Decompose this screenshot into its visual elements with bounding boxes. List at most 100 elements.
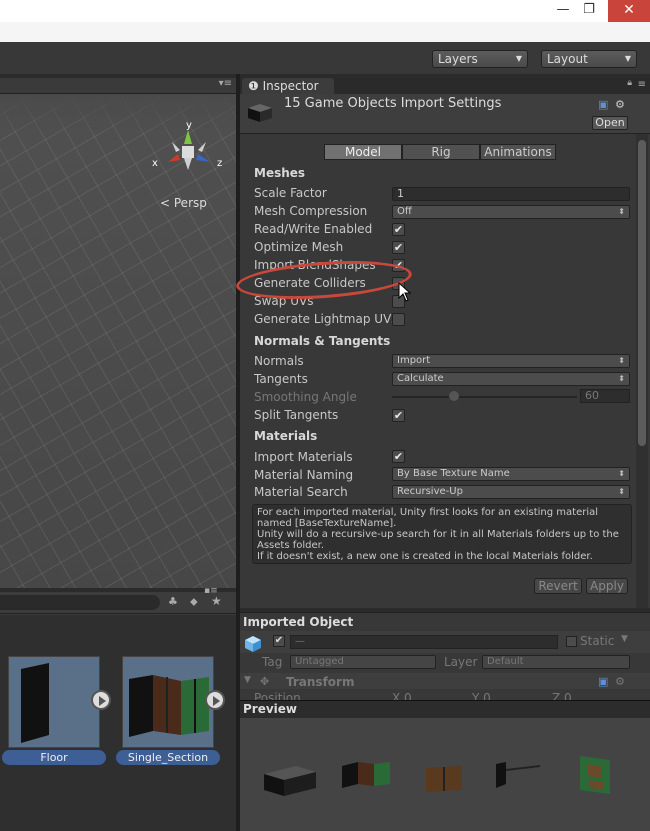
tag-label: Tag [262,655,283,669]
tag-dropdown[interactable]: Untagged [290,655,436,669]
preview-door-mesh [426,766,462,792]
gizmo-center-cube[interactable] [182,146,194,158]
material-search-label: Material Search [254,485,348,499]
chevron-down-icon: ▼ [515,54,522,63]
material-search-dropdown[interactable]: Recursive-Up ⬍ [392,485,630,499]
object-name-input[interactable]: — [290,635,558,649]
gizmo-back-arrow[interactable] [172,142,180,152]
project-search-input[interactable] [0,595,160,610]
panel-menu-icon[interactable]: ≡ [638,79,646,90]
lightmap-uvs-checkbox[interactable] [392,313,405,326]
split-tangents-label: Split Tangents [254,408,339,422]
normals-dropdown[interactable]: Import ⬍ [392,354,630,368]
filter-type-icon[interactable]: ♣ [168,595,178,608]
asset-label-floor[interactable]: Floor [2,750,106,765]
smoothing-angle-slider[interactable] [392,396,577,398]
chevron-down-icon[interactable]: ▼ [621,634,628,644]
normals-heading: Normals & Tangents [254,334,391,348]
split-tangents-checkbox[interactable]: ✔ [392,409,405,422]
preview-green-wall-mesh [580,756,610,794]
tab-model[interactable]: Model [324,144,402,160]
normals-value: Import [397,355,431,366]
smoothing-angle-label: Smoothing Angle [254,390,357,404]
static-label: Static [580,634,615,648]
gizmo-y-arrow[interactable] [184,130,192,144]
minimize-button[interactable]: — [549,0,577,22]
scale-factor-input[interactable]: 1 [392,187,630,201]
window-titlebar: — ❐ ✕ [0,0,650,22]
revert-button[interactable]: Revert [534,578,582,594]
mesh-object-icon [248,104,272,122]
gizmo-x-arrow[interactable] [168,154,180,162]
material-naming-dropdown[interactable]: By Base Texture Name ⬍ [392,467,630,481]
open-button[interactable]: Open [592,116,628,130]
maximize-button[interactable]: ❐ [575,0,603,22]
gear-icon[interactable]: ⚙ [615,98,625,111]
favorite-star-icon[interactable]: ★ [211,594,222,608]
layout-dropdown[interactable]: Layout ▼ [541,50,637,68]
layer-dropdown[interactable]: Default [482,655,630,669]
layout-dropdown-label: Layout [547,52,588,66]
persp-label: Persp [173,196,207,210]
asset-thumbnail-single-section[interactable] [122,656,214,748]
tangents-dropdown[interactable]: Calculate ⬍ [392,372,630,386]
gear-icon[interactable]: ⚙ [615,675,625,688]
import-materials-label: Import Materials [254,450,353,464]
active-checkbox[interactable]: ✔ [273,635,285,647]
import-materials-checkbox[interactable]: ✔ [392,450,405,463]
panel-menu-icon[interactable]: ▾≡ [219,78,232,89]
close-button[interactable]: ✕ [608,0,650,22]
help-icon[interactable]: ▣ [598,98,608,111]
gizmo-z-label: z [217,158,222,169]
preview-corner-mesh [496,762,541,788]
layers-dropdown[interactable]: Layers ▼ [432,50,528,68]
asset-thumbnail-floor[interactable] [8,656,100,748]
static-checkbox[interactable] [566,636,577,647]
expand-asset-button[interactable] [91,690,111,710]
scene-gizmo-icon[interactable]: y x z [150,118,230,188]
preview-header[interactable] [240,700,650,718]
apply-button[interactable]: Apply [586,578,628,594]
material-naming-label: Material Naming [254,468,354,482]
material-search-value: Recursive-Up [397,486,463,497]
help-line: Unity will do a recursive-up search for … [257,529,619,551]
read-write-checkbox[interactable]: ✔ [392,223,405,236]
inspector-header: 15 Game Objects Import Settings ▣ ⚙ Open [240,94,650,134]
gizmo-x-label: x [152,158,158,169]
inspector-title: 15 Game Objects Import Settings [284,96,502,111]
tab-rig[interactable]: Rig [402,144,480,160]
gizmo-z-arrow[interactable] [196,154,210,162]
chevron-down-icon: ▼ [624,54,631,63]
smoothing-angle-input[interactable]: 60 [580,389,630,403]
scene-tabbar: ▾≡ [0,78,236,94]
gizmo-down-arrow[interactable] [184,158,192,170]
lock-icon[interactable]: ▪≡ [204,586,218,596]
preview-models [264,756,610,796]
inspector-scrollbar-thumb[interactable] [638,140,646,446]
floor-mesh-icon [21,663,49,743]
inspector-tab-label: Inspector [262,79,319,93]
imported-object-heading: Imported Object [243,615,354,629]
preview-wall-mesh [342,762,390,788]
projection-toggle[interactable]: < Persp [160,196,207,210]
chevron-updown-icon: ⬍ [618,374,625,383]
foldout-arrow-icon[interactable]: ▼ [244,675,251,685]
lock-icon[interactable]: 🔒︎ [627,78,632,88]
preview-block-mesh [264,766,316,796]
filter-label-icon[interactable]: ⬥ [190,595,198,609]
mesh-compression-dropdown[interactable]: Off ⬍ [392,205,630,219]
inspector-tab[interactable]: ❶ Inspector [242,78,334,94]
menu-strip [0,22,650,42]
help-icon[interactable]: ▣ [598,675,608,688]
preview-area[interactable] [240,718,650,831]
asset-label-single-section[interactable]: Single_Section [116,750,220,765]
help-line: For each imported material, Unity first … [257,507,599,529]
optimize-mesh-checkbox[interactable]: ✔ [392,241,405,254]
smoothing-angle-slider-handle[interactable] [449,391,459,401]
normals-label: Normals [254,354,304,368]
gizmo-left-arrow[interactable] [198,142,206,152]
chevron-updown-icon: ⬍ [618,487,625,496]
tab-animations[interactable]: Animations [480,144,556,160]
material-naming-value: By Base Texture Name [397,468,510,479]
expand-asset-button[interactable] [205,690,225,710]
